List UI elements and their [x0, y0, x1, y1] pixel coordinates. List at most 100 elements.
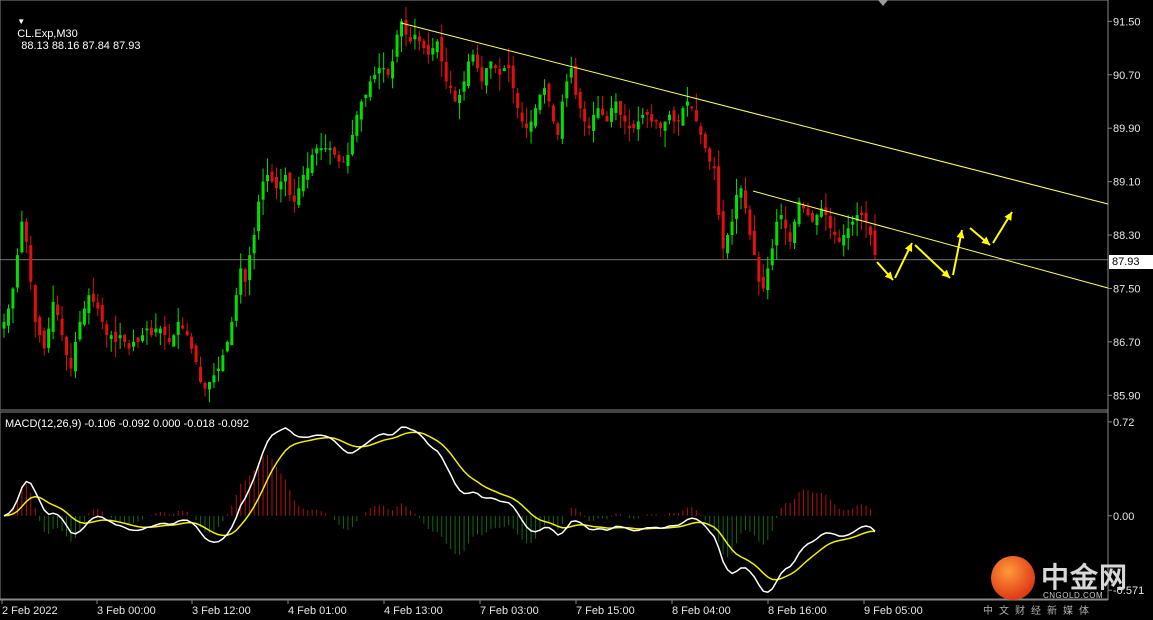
candle-body: [158, 328, 162, 334]
macd-tick-label: 0.00: [1113, 511, 1134, 523]
candle-body: [694, 110, 698, 122]
candle-body: [815, 215, 819, 226]
candle-body: [440, 37, 444, 62]
candle-body: [417, 36, 421, 42]
symbol-timeframe: CL.Exp,M30: [17, 28, 78, 40]
time-tick-label: 8 Feb 16:00: [768, 605, 827, 617]
candle-body: [703, 133, 707, 149]
candle-body: [645, 111, 649, 115]
candle-body: [475, 54, 479, 69]
candle-body: [408, 36, 412, 42]
candle-body: [583, 108, 587, 122]
price-tick-label: 85.90: [1113, 390, 1141, 402]
candle-body: [793, 221, 797, 243]
candle-body: [310, 154, 314, 173]
candle-body: [207, 381, 211, 390]
candle-body: [324, 148, 328, 150]
candle-body: [802, 205, 806, 209]
candle-body: [842, 235, 846, 246]
candle-body: [185, 330, 189, 336]
candle-body: [614, 101, 618, 113]
candle-body: [833, 231, 837, 236]
candle-body: [288, 172, 292, 195]
candle-body: [239, 268, 243, 295]
candle-body: [587, 125, 591, 129]
candle-body: [770, 248, 774, 266]
candle-body: [672, 110, 676, 122]
candle-body: [869, 226, 873, 236]
candle-body: [225, 341, 229, 352]
candle-body: [252, 235, 256, 254]
candle-body: [458, 94, 462, 103]
candle-body: [489, 61, 493, 69]
upper-trendline: [400, 22, 1109, 205]
candle-body: [864, 212, 868, 222]
candle-body: [556, 123, 560, 135]
candle-body: [91, 293, 95, 302]
candle-body: [368, 81, 372, 98]
price-tick-label: 89.90: [1113, 123, 1141, 135]
current-price-label: 87.93: [1112, 256, 1140, 268]
candle-body: [663, 121, 667, 131]
price-tick-label: 90.70: [1113, 70, 1141, 82]
candle-body: [547, 83, 551, 102]
candle-body: [502, 68, 506, 72]
watermark-subtitle: 中文财经新媒体: [983, 606, 1095, 617]
lower-trendline: [752, 190, 1109, 289]
candle-body: [69, 357, 73, 369]
candle-body: [346, 154, 350, 166]
candle-body: [386, 68, 390, 75]
candle-body: [51, 301, 55, 332]
candle-body: [377, 68, 381, 74]
candle-body: [632, 123, 636, 129]
candle-body: [766, 268, 770, 291]
macd-main-line: [3, 426, 876, 594]
candle-body: [279, 181, 283, 190]
candle-body: [154, 328, 158, 333]
candle-body: [449, 85, 453, 89]
candle-body: [453, 90, 457, 102]
candle-body: [721, 211, 725, 249]
candle-body: [413, 34, 417, 40]
candle-body: [426, 44, 430, 55]
candle-body: [574, 65, 578, 95]
candle-body: [373, 74, 377, 80]
candle-body: [73, 341, 77, 372]
candle-body: [654, 120, 658, 122]
candle-body: [145, 328, 149, 331]
candle-body: [422, 40, 426, 49]
candle-body: [717, 166, 721, 216]
chart-header: ▼ CL.Exp,M30 88.13 88.16 87.84 87.93: [5, 4, 140, 64]
candle-body: [359, 101, 363, 120]
candle-body: [467, 61, 471, 86]
candle-body: [538, 94, 542, 110]
time-tick-label: 3 Feb 12:00: [192, 605, 251, 617]
candle-body: [114, 331, 118, 342]
dropdown-triangle-icon[interactable]: ▼: [17, 17, 25, 26]
trading-chart: 91.50 90.70 89.90 89.10 88.30 87.50 86.70 85.90…: [0, 0, 1153, 620]
candle-body: [181, 325, 185, 329]
candle-body: [11, 288, 15, 309]
candle-body: [355, 114, 359, 136]
candle-body: [56, 304, 60, 316]
candle-body: [681, 108, 685, 126]
candle-body: [33, 285, 37, 322]
watermark-name: 中金网: [1041, 561, 1129, 594]
price-tick-label: 87.50: [1113, 283, 1141, 295]
candle-body: [690, 106, 694, 109]
candle-body: [748, 209, 752, 236]
cngold-logo-icon: [991, 556, 1035, 600]
candle-body: [784, 219, 788, 229]
candle-body: [462, 81, 466, 92]
candle-body: [775, 221, 779, 246]
candle-body: [761, 276, 765, 289]
candle-body: [699, 126, 703, 135]
candle-body: [873, 230, 877, 256]
candle-body: [484, 68, 488, 86]
macd-tick-label: 0.72: [1113, 417, 1134, 429]
candle-body: [261, 181, 265, 200]
scroll-marker-icon[interactable]: [878, 0, 888, 6]
price-tick-label: 89.10: [1113, 177, 1141, 189]
candle-body: [860, 212, 864, 216]
candle-body: [779, 215, 783, 220]
